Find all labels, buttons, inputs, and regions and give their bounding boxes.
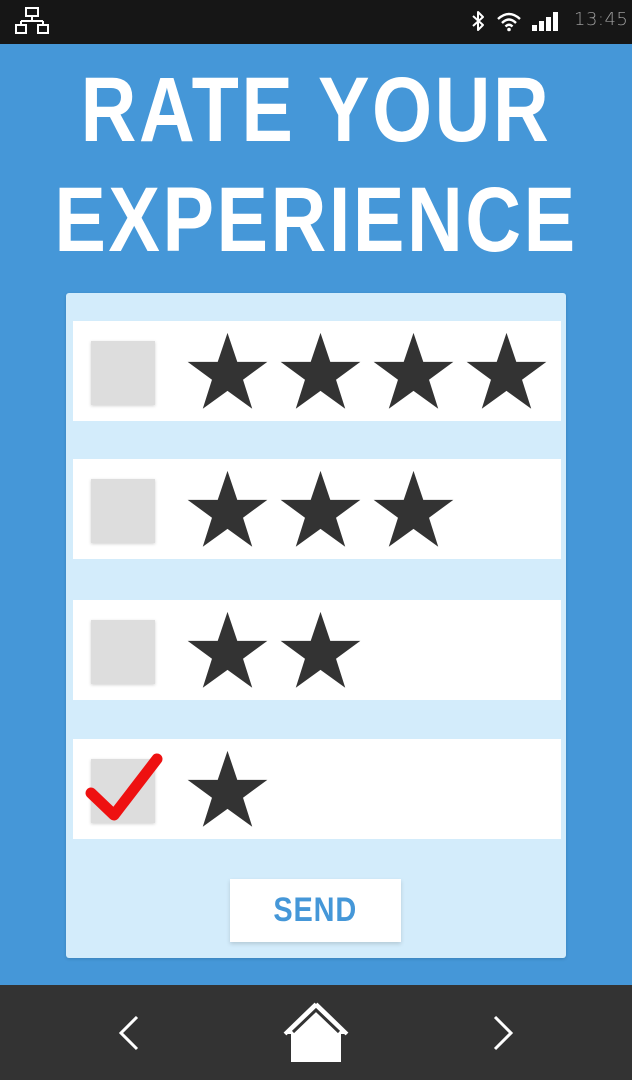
star-group-2 bbox=[186, 610, 362, 690]
star-icon bbox=[187, 332, 268, 409]
star-icon bbox=[187, 750, 268, 827]
signal-icon bbox=[532, 12, 558, 31]
back-button[interactable] bbox=[100, 985, 160, 1080]
rating-checkbox-4-stars[interactable] bbox=[91, 341, 155, 405]
star-icon bbox=[466, 332, 547, 409]
rating-card: SEND bbox=[66, 293, 566, 958]
send-button[interactable]: SEND bbox=[230, 879, 401, 942]
page-title-line-1: RATE YOUR bbox=[80, 59, 552, 161]
star-icon bbox=[187, 611, 268, 688]
star-group-1 bbox=[186, 749, 269, 829]
rating-row-4-stars[interactable] bbox=[73, 321, 561, 421]
network-icon bbox=[15, 7, 49, 34]
home-icon bbox=[283, 1002, 349, 1062]
back-icon bbox=[118, 1015, 139, 1050]
star-group-3 bbox=[186, 469, 455, 549]
home-button[interactable] bbox=[276, 985, 356, 1080]
star-icon bbox=[373, 470, 454, 547]
forward-icon bbox=[493, 1015, 514, 1050]
star-icon bbox=[280, 611, 361, 688]
star-icon bbox=[373, 332, 454, 409]
navigation-bar bbox=[0, 985, 632, 1080]
forward-button[interactable] bbox=[472, 985, 532, 1080]
star-icon bbox=[280, 332, 361, 409]
send-button-label: SEND bbox=[273, 891, 358, 929]
star-icon bbox=[187, 470, 268, 547]
wifi-icon bbox=[497, 12, 521, 32]
status-bar: 13:45 bbox=[0, 0, 632, 44]
rating-row-3-stars[interactable] bbox=[73, 459, 561, 559]
page-title-line-2: EXPERIENCE bbox=[54, 169, 578, 271]
star-group-4 bbox=[186, 331, 548, 411]
checkmark-icon bbox=[85, 753, 163, 821]
status-time: 13:45 bbox=[574, 9, 629, 30]
rating-checkbox-2-stars[interactable] bbox=[91, 620, 155, 684]
star-icon bbox=[280, 470, 361, 547]
rating-row-1-star[interactable] bbox=[73, 739, 561, 839]
rating-checkbox-3-stars[interactable] bbox=[91, 479, 155, 543]
rating-row-2-stars[interactable] bbox=[73, 600, 561, 700]
bluetooth-icon bbox=[472, 11, 484, 31]
